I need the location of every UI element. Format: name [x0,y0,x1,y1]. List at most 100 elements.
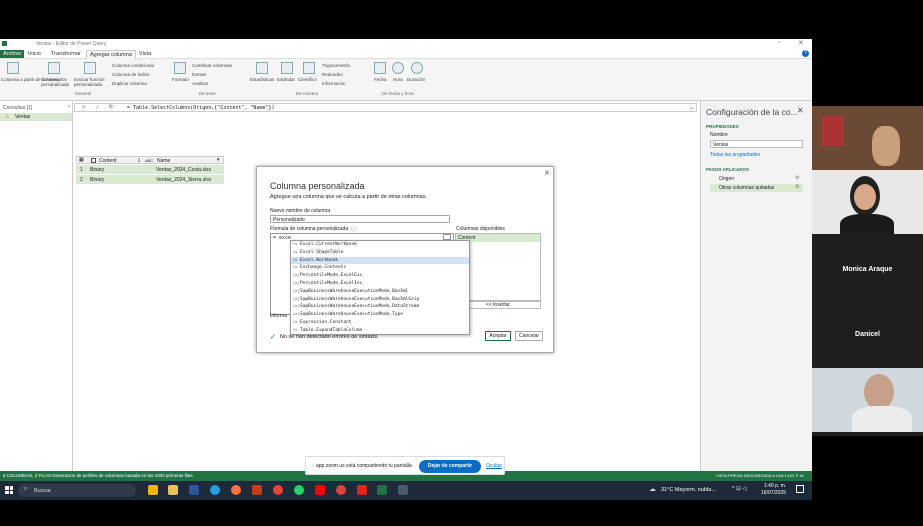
acrobat-icon[interactable] [357,485,367,495]
tab-inicio[interactable]: Inicio [25,50,44,58]
whatsapp-icon[interactable] [294,485,304,495]
help-icon[interactable]: ? [802,50,809,57]
autocomplete-item[interactable]: ƒx Table.ExpandTableColumn [291,327,469,335]
edge-icon[interactable] [210,485,220,495]
youtube-icon[interactable] [315,485,325,495]
parse-button[interactable]: Analizar [192,81,208,86]
statistics-icon[interactable] [256,62,268,74]
index-column-button[interactable]: Columna de índice [112,72,150,77]
cell-content[interactable]: Binary [90,177,104,183]
autocomplete-item[interactable]: ƒx Excel.ShapeTable [291,249,469,257]
duration-icon[interactable] [411,62,423,74]
statistics-button[interactable]: Estadísticas [250,77,274,82]
column-header-name[interactable]: Name [157,158,170,164]
powerpoint-icon[interactable] [252,485,262,495]
tab-transformar[interactable]: Transformar [48,50,84,58]
query-name-input[interactable]: Ventas [710,140,803,148]
taskbar-search[interactable]: ⌕ Buscar [18,484,136,497]
scientific-button[interactable]: Científico [298,77,317,82]
word-icon[interactable] [189,485,199,495]
merge-columns-button[interactable]: Combinar columnas [192,63,232,68]
info-icon[interactable]: ⓘ [351,226,356,233]
cell-name[interactable]: Ventas_2024_Sierra.xlsx [156,177,211,183]
duplicate-column-button[interactable]: Duplicar columna [112,81,147,86]
excel-icon[interactable] [377,485,387,495]
date-icon[interactable] [374,62,386,74]
time-icon[interactable] [392,62,404,74]
autocomplete-item[interactable]: ƒx Excel.Workbook [291,256,469,265]
rounding-button[interactable]: Redondeo [322,72,343,77]
weather-text[interactable]: 31°C Mayorm. nubla... [661,487,716,493]
step-delete-icon[interactable]: ⚙ [795,184,799,190]
tab-agregar-columna[interactable]: Agregar columna [86,50,136,59]
notification-icon[interactable] [796,485,804,493]
chrome-profile-icon[interactable] [336,485,346,495]
chrome-icon[interactable] [273,485,283,495]
close-settings-icon[interactable]: ✕ [797,106,804,115]
cancel-formula-icon[interactable]: ✕ [81,104,86,111]
invoke-function-icon[interactable] [84,62,96,74]
standard-icon[interactable] [281,62,293,74]
confirm-formula-icon[interactable]: ✓ [95,104,100,111]
autocomplete-item[interactable]: [e]PercentileMode.ExcelExc [291,272,469,280]
tab-vista[interactable]: Vista [136,50,154,58]
tab-archivo[interactable]: Archivo [0,50,25,58]
firefox-icon[interactable] [231,485,241,495]
formula-text[interactable]: = Table.SelectColumns(Origen,{"Content",… [127,105,275,111]
all-properties-link[interactable]: Todas las propiedades [710,152,760,158]
expand-formula-icon[interactable]: ⌄ [689,104,694,111]
clock-date[interactable]: 16/07/2025 [761,490,786,496]
autocomplete-item[interactable]: [e]SapBusinessWarehouseExecutionMode.Bas… [291,296,469,304]
custom-column-icon[interactable] [48,62,60,74]
autocomplete-item[interactable]: [e]SapBusinessWarehouseExecutionMode.Typ… [291,311,469,319]
cancel-button[interactable]: Cancelar [515,331,543,341]
duration-button[interactable]: Duración [407,77,425,82]
column-header-content[interactable]: Content [99,158,117,164]
invoke-function-button[interactable]: Invocar función personalizada [74,77,109,87]
app-icon[interactable] [398,485,408,495]
hide-link[interactable]: Ocultar [486,463,502,469]
expand-column-icon[interactable]: ⇩ [137,158,141,164]
close-dialog-icon[interactable]: ✕ [544,169,550,177]
information-button[interactable]: Información [322,81,346,86]
ok-button[interactable]: Aceptar [485,331,511,341]
autocomplete-item[interactable]: ƒx Exchange.Contents [291,264,469,272]
cell-name[interactable]: Ventas_2024_Costa.xlsx [156,167,211,173]
autocomplete-item[interactable]: [e]SapBusinessWarehouseExecutionMode.Dat… [291,303,469,311]
clock-time[interactable]: 1:40 p. m. [764,483,786,489]
step-otras-columnas[interactable]: Otras columnas quitadas [710,184,803,192]
column-name-input[interactable]: Personalizado [270,215,450,223]
time-button[interactable]: Hora [393,77,403,82]
restore-icon[interactable]: ▫ [778,39,780,46]
standard-button[interactable]: Estándar [277,77,295,82]
table-menu-icon[interactable]: ▦ [79,157,84,163]
status-profiling[interactable]: Generación de perfiles de columnas basad… [52,473,193,478]
step-origen[interactable]: Origen [710,175,803,183]
custom-column-button[interactable]: Columna personalizada [41,77,71,87]
cell-content[interactable]: Binary [90,167,104,173]
format-icon[interactable] [174,62,186,74]
date-button[interactable]: Fecha [374,77,387,82]
autocomplete-item[interactable]: [e]PercentileMode.ExcelInc [291,280,469,288]
column-from-examples-icon[interactable] [7,62,19,74]
autocomplete-item[interactable]: ƒx Expression.Constant [291,319,469,327]
query-item-ventas[interactable]: ⚠ Ventas [0,113,72,121]
close-window-icon[interactable]: ✕ [798,39,804,47]
extract-button[interactable]: Extraer [192,72,207,77]
drag-handle-icon[interactable]: ⋮ [310,462,315,468]
filter-icon[interactable]: ▾ [217,157,220,163]
table-row[interactable]: 1 Binary Ventas_2024_Costa.xlsx [76,165,224,174]
windows-start-icon[interactable] [5,486,13,494]
file-explorer-icon[interactable] [168,485,178,495]
step-settings-icon[interactable]: ⚙ [795,175,799,181]
tray-icons[interactable]: ^ ⊡ ◁ [732,486,746,492]
widgets-icon[interactable] [148,485,158,495]
formula-editor-text[interactable]: = exce [273,235,291,241]
conditional-column-button[interactable]: Columna condicional [112,63,154,68]
table-row[interactable]: 2 Binary Ventas_2024_Sierra.xlsx [76,175,224,184]
autocomplete-item[interactable]: [e]SapBusinessWarehouseExecutionMode.Bas… [291,288,469,296]
scientific-icon[interactable] [303,62,315,74]
format-button[interactable]: Formato [172,77,189,82]
autocomplete-item[interactable]: ƒx Excel.CurrentWorkbook [291,241,469,249]
stop-sharing-button[interactable]: Dejar de compartir [419,460,481,473]
